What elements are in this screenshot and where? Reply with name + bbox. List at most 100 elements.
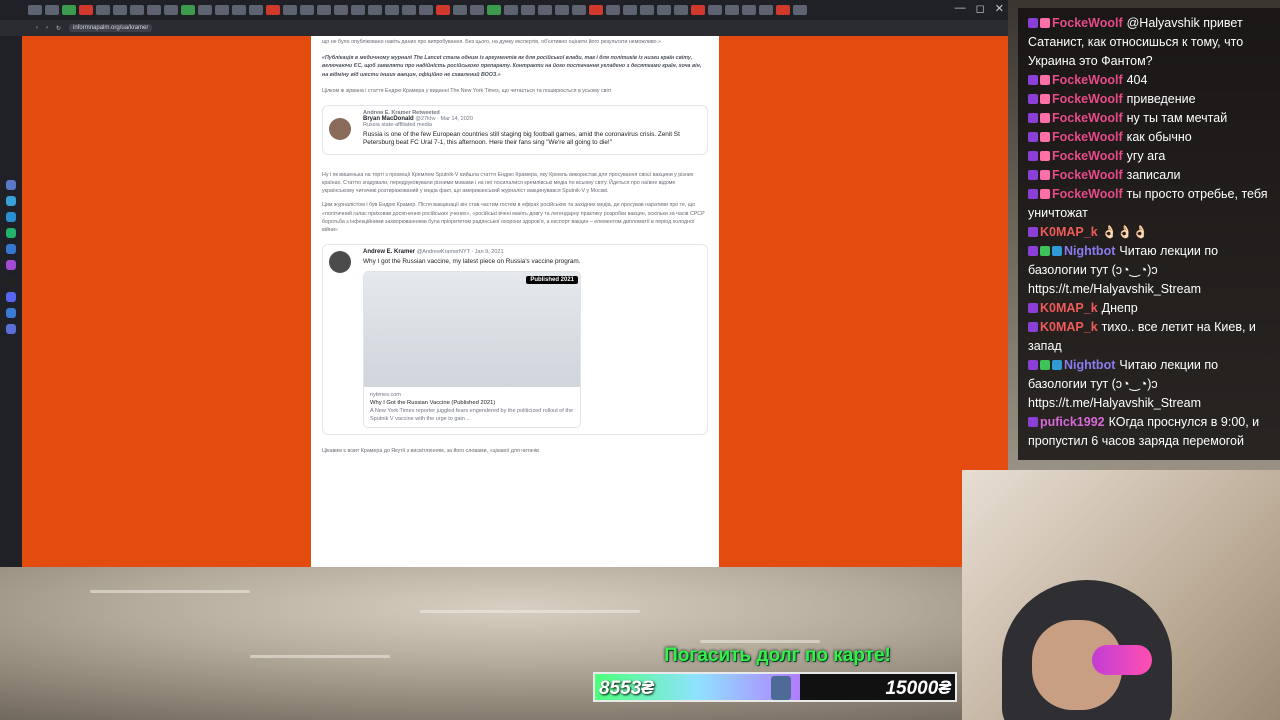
tab[interactable]: [606, 5, 620, 15]
chat-badge-icon: [1028, 170, 1038, 180]
tab[interactable]: [725, 5, 739, 15]
tab[interactable]: [708, 5, 722, 15]
tab[interactable]: [759, 5, 773, 15]
chat-username[interactable]: FockeWoolf: [1052, 187, 1123, 201]
tab[interactable]: [130, 5, 144, 15]
maximize-icon[interactable]: ◻: [976, 2, 985, 15]
article-page: що не було опубліковано навіть даних про…: [311, 36, 719, 567]
chat-username[interactable]: FockeWoolf: [1052, 130, 1123, 144]
chat-username[interactable]: pufick1992: [1040, 415, 1105, 429]
chat-message: FockeWoolf @Halyavshik привет Сатанист, к…: [1028, 14, 1274, 71]
back-icon[interactable]: ‹: [36, 25, 38, 31]
tab[interactable]: [555, 5, 569, 15]
chat-username[interactable]: Nightbot: [1064, 244, 1115, 258]
tab[interactable]: [419, 5, 433, 15]
sidebar-app-icon[interactable]: [6, 276, 16, 286]
sidebar-app-icon[interactable]: [6, 212, 16, 222]
goal-avatar: [771, 676, 791, 700]
sidebar-app-icon[interactable]: [6, 260, 16, 270]
chat-message: FockeWoolf угу ага: [1028, 147, 1274, 166]
chat-badge-icon: [1052, 360, 1062, 370]
tab[interactable]: [657, 5, 671, 15]
tab[interactable]: [215, 5, 229, 15]
close-icon[interactable]: ✕: [995, 2, 1004, 15]
tab[interactable]: [198, 5, 212, 15]
sidebar-app-icon[interactable]: [6, 244, 16, 254]
browser-sidebar: [0, 36, 22, 567]
tab[interactable]: [504, 5, 518, 15]
chat-username[interactable]: FockeWoolf: [1052, 73, 1123, 87]
forward-icon[interactable]: ›: [46, 25, 48, 31]
embedded-tweet[interactable]: Andrew E. Kramer Retweeted Bryan MacDona…: [322, 105, 708, 155]
tab[interactable]: [589, 5, 603, 15]
tab[interactable]: [62, 5, 76, 15]
tab[interactable]: [45, 5, 59, 15]
chat-username[interactable]: FockeWoolf: [1052, 92, 1123, 106]
chat-badge-icon: [1028, 360, 1038, 370]
tab[interactable]: [470, 5, 484, 15]
chat-username[interactable]: FockeWoolf: [1052, 16, 1123, 30]
stream-scene: — ◻ ✕ ‹ › ↻ informnapalm.org/ua/kramer щ…: [0, 0, 1280, 720]
sidebar-app-icon[interactable]: [6, 196, 16, 206]
sidebar-app-icon[interactable]: [6, 308, 16, 318]
tab[interactable]: [96, 5, 110, 15]
tab[interactable]: [691, 5, 705, 15]
tab[interactable]: [164, 5, 178, 15]
tab[interactable]: [742, 5, 756, 15]
chat-username[interactable]: Nightbot: [1064, 358, 1115, 372]
tab[interactable]: [385, 5, 399, 15]
chat-badge-icon: [1028, 227, 1038, 237]
donation-goal-bar: 8553₴ 15000₴: [593, 672, 957, 702]
sidebar-app-icon[interactable]: [6, 228, 16, 238]
tab[interactable]: [79, 5, 93, 15]
chat-badge-icon: [1028, 75, 1038, 85]
tab[interactable]: [402, 5, 416, 15]
chat-username[interactable]: FockeWoolf: [1052, 168, 1123, 182]
tab[interactable]: [334, 5, 348, 15]
chat-badge-icon: [1040, 94, 1050, 104]
url-field[interactable]: informnapalm.org/ua/kramer: [69, 24, 153, 32]
embedded-tweet[interactable]: Andrew E. Kramer @AndrewKramerNYT · Jan …: [322, 244, 708, 435]
tab[interactable]: [266, 5, 280, 15]
tab[interactable]: [147, 5, 161, 15]
tab[interactable]: [283, 5, 297, 15]
tab[interactable]: [674, 5, 688, 15]
tab[interactable]: [572, 5, 586, 15]
chat-username[interactable]: FockeWoolf: [1052, 149, 1123, 163]
chat-username[interactable]: K0MAP_k: [1040, 301, 1098, 315]
link-card[interactable]: Published 2021 nytimes.com Why I Got the…: [363, 270, 581, 428]
chat-username[interactable]: K0MAP_k: [1040, 225, 1098, 239]
chat-username[interactable]: K0MAP_k: [1040, 320, 1098, 334]
chat-message: K0MAP_k тихо.. все летит на Киев, и запад: [1028, 318, 1274, 356]
tab[interactable]: [793, 5, 807, 15]
minimize-icon[interactable]: —: [955, 2, 966, 15]
chat-message: FockeWoolf приведение: [1028, 90, 1274, 109]
tab[interactable]: [368, 5, 382, 15]
tab[interactable]: [28, 5, 42, 15]
window-controls: — ◻ ✕: [955, 2, 1004, 15]
chat-username[interactable]: FockeWoolf: [1052, 111, 1123, 125]
tab[interactable]: [232, 5, 246, 15]
sidebar-app-icon[interactable]: [6, 324, 16, 334]
chat-overlay: FockeWoolf @Halyavshik привет Сатанист, к…: [1018, 8, 1280, 460]
tab[interactable]: [487, 5, 501, 15]
sidebar-app-icon[interactable]: [6, 180, 16, 190]
sidebar-app-icon[interactable]: [6, 292, 16, 302]
tab[interactable]: [776, 5, 790, 15]
tab[interactable]: [300, 5, 314, 15]
tab[interactable]: [453, 5, 467, 15]
tab[interactable]: [623, 5, 637, 15]
tab[interactable]: [249, 5, 263, 15]
reload-icon[interactable]: ↻: [56, 25, 61, 32]
tab[interactable]: [521, 5, 535, 15]
tab[interactable]: [113, 5, 127, 15]
tab[interactable]: [436, 5, 450, 15]
tab[interactable]: [317, 5, 331, 15]
chat-message: FockeWoolf 404: [1028, 71, 1274, 90]
tab[interactable]: [538, 5, 552, 15]
tab[interactable]: [351, 5, 365, 15]
tweet-author[interactable]: Andrew E. Kramer: [363, 249, 415, 255]
chat-badge-icon: [1028, 189, 1038, 199]
tab[interactable]: [181, 5, 195, 15]
tab[interactable]: [640, 5, 654, 15]
